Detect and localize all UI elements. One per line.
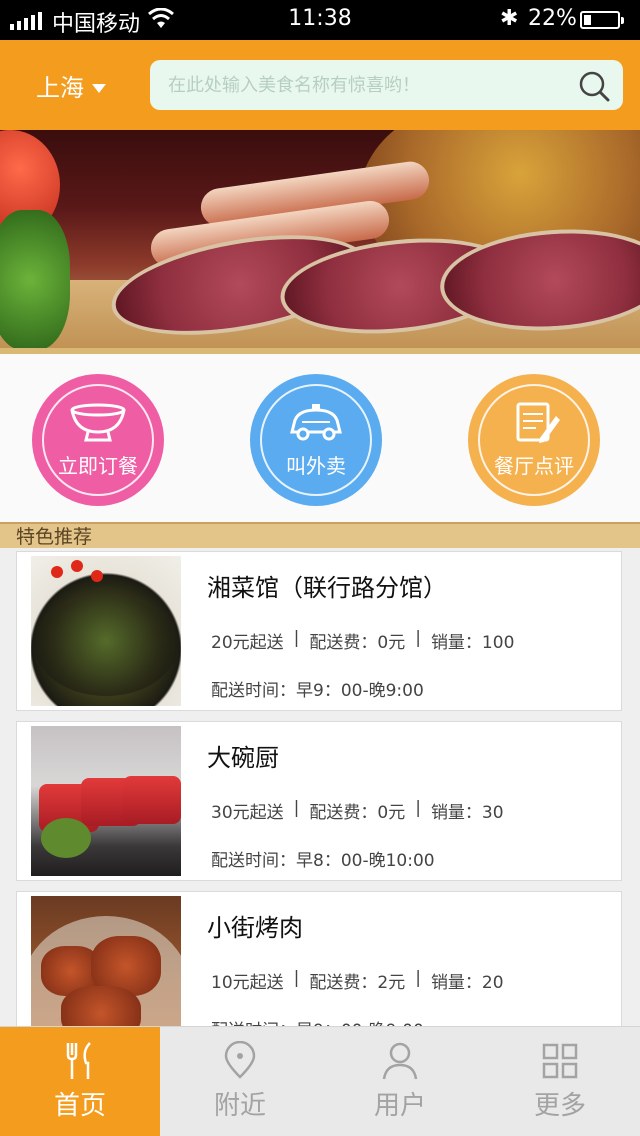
restaurant-meta: 10元起送 | 配送费：2元 | 销量：20 xyxy=(211,968,504,993)
restaurant-meta: 30元起送 | 配送费：0元 | 销量：30 xyxy=(211,798,504,823)
restaurant-list[interactable]: 湘菜馆（联行路分馆） 20元起送 | 配送费：0元 | 销量：100 配送时间：… xyxy=(0,548,640,1026)
restaurant-review-button[interactable]: 餐厅点评 xyxy=(468,374,600,506)
note-icon xyxy=(516,402,560,443)
restaurant-name: 小街烤肉 xyxy=(207,914,303,942)
search-bar xyxy=(150,60,623,110)
delivery-hours: 配送时间：早9：00-晚9:00 xyxy=(211,681,424,701)
bowl-icon xyxy=(70,403,126,442)
bluetooth-icon: ✱ xyxy=(500,6,519,31)
bottom-tab-bar: 首页 附近 用户 更多 xyxy=(0,1026,640,1136)
tab-label: 首页 xyxy=(53,1091,106,1121)
featured-section-header: 特色推荐 xyxy=(0,522,640,548)
garnish xyxy=(41,818,91,858)
separator: | xyxy=(415,798,421,818)
fork-knife-icon xyxy=(66,1042,91,1079)
takeout-label: 叫外卖 xyxy=(286,454,346,478)
search-input[interactable] xyxy=(168,60,558,110)
caret-down-icon xyxy=(92,84,106,93)
min-order: 30元起送 xyxy=(211,803,284,823)
min-order: 20元起送 xyxy=(211,633,284,653)
sales-count: 销量：100 xyxy=(430,633,515,653)
separator: | xyxy=(415,628,421,648)
takeout-button[interactable]: 叫外卖 xyxy=(250,374,382,506)
garnish xyxy=(71,560,83,572)
delivery-fee: 配送费：2元 xyxy=(309,973,406,993)
dish-pot xyxy=(35,596,177,696)
separator: | xyxy=(293,968,300,988)
delivery-fee: 配送费：0元 xyxy=(309,633,406,653)
garnish xyxy=(91,570,103,582)
separator: | xyxy=(293,798,300,818)
tab-label: 附近 xyxy=(213,1091,266,1121)
tab-label: 更多 xyxy=(533,1091,586,1121)
min-order: 10元起送 xyxy=(211,973,284,993)
city-label: 上海 xyxy=(36,74,84,102)
dish-meat xyxy=(61,986,141,1026)
location-pin-icon xyxy=(224,1041,256,1079)
restaurant-card[interactable]: 大碗厨 30元起送 | 配送费：0元 | 销量：30 配送时间：早8：00-晚1… xyxy=(16,721,622,881)
tab-label: 用户 xyxy=(373,1091,426,1121)
top-header: 上海 xyxy=(0,40,640,130)
tab-home[interactable]: 首页 xyxy=(0,1027,160,1136)
order-now-label: 立即订餐 xyxy=(58,454,138,478)
restaurant-review-label: 餐厅点评 xyxy=(494,454,574,478)
restaurant-name: 大碗厨 xyxy=(207,744,279,772)
tab-user[interactable]: 用户 xyxy=(320,1027,480,1136)
restaurant-card[interactable]: 湘菜馆（联行路分馆） 20元起送 | 配送费：0元 | 销量：100 配送时间：… xyxy=(16,551,622,711)
dish-slice xyxy=(123,776,181,824)
tab-more[interactable]: 更多 xyxy=(480,1027,640,1136)
restaurant-photo xyxy=(31,896,181,1026)
restaurant-photo xyxy=(31,726,181,876)
user-icon xyxy=(382,1042,418,1080)
order-now-button[interactable]: 立即订餐 xyxy=(32,374,164,506)
restaurant-card[interactable]: 小街烤肉 10元起送 | 配送费：2元 | 销量：20 配送时间：早9：00-晚… xyxy=(16,891,622,1026)
restaurant-name: 湘菜馆（联行路分馆） xyxy=(207,574,447,602)
quick-actions: 立即订餐 叫外卖 餐厅点评 xyxy=(0,354,640,522)
section-title: 特色推荐 xyxy=(16,526,93,548)
search-icon[interactable] xyxy=(578,70,610,102)
separator: | xyxy=(293,628,300,648)
separator: | xyxy=(415,968,421,988)
status-bar: 中国移动 11:38 ✱ 22% xyxy=(0,0,640,40)
restaurant-photo xyxy=(31,556,181,706)
restaurant-meta: 20元起送 | 配送费：0元 | 销量：100 xyxy=(211,628,514,653)
delivery-fee: 配送费：0元 xyxy=(309,803,406,823)
delivery-hours: 配送时间：早8：00-晚10:00 xyxy=(211,851,435,871)
city-selector[interactable]: 上海 xyxy=(36,68,106,103)
sales-count: 销量：30 xyxy=(430,803,504,823)
battery-percent: 22% xyxy=(528,6,577,31)
delivery-hours: 配送时间：早9：00-晚9:00 xyxy=(211,1016,424,1026)
promo-banner[interactable] xyxy=(0,130,640,354)
battery-icon xyxy=(580,11,624,29)
car-icon xyxy=(290,404,342,441)
sales-count: 销量：20 xyxy=(430,973,504,993)
garnish xyxy=(51,566,63,578)
tab-nearby[interactable]: 附近 xyxy=(160,1027,320,1136)
grid-icon xyxy=(542,1043,578,1079)
banner-herb xyxy=(0,210,70,350)
